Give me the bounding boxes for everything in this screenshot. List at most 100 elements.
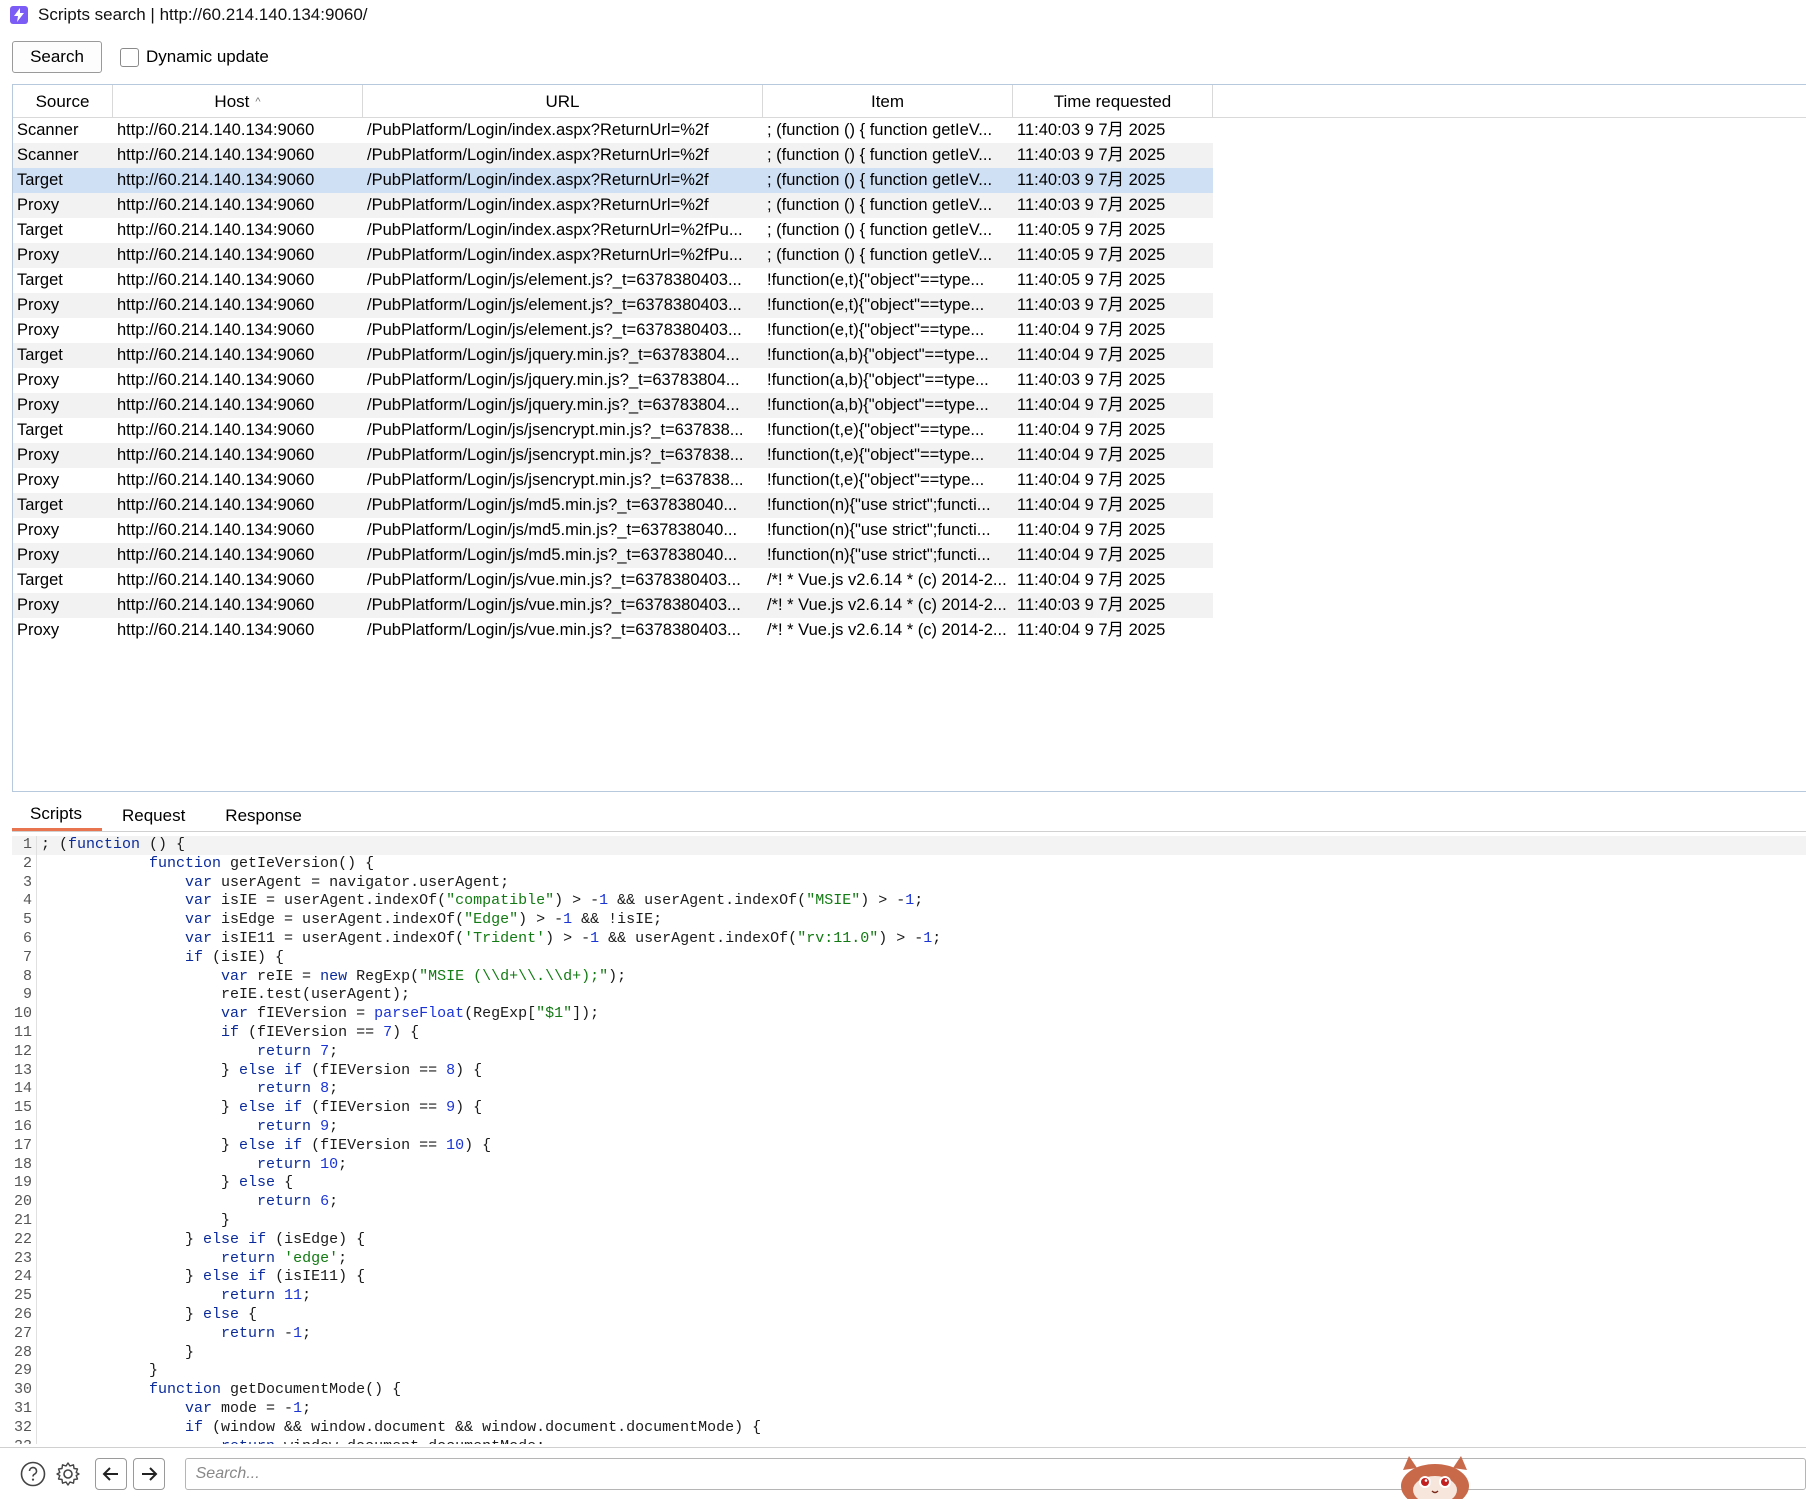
line-number: 9 <box>22 986 32 1004</box>
cell-source: Proxy <box>17 546 60 564</box>
cell-url: /PubPlatform/Login/index.aspx?ReturnUrl=… <box>367 171 709 189</box>
gutter-separator <box>36 1193 37 1212</box>
cell-time: 11:40:05 9 7月 2025 <box>1017 221 1166 239</box>
cell-item: ; (function () { function getIeV... <box>767 246 993 264</box>
table-row[interactable]: Target http://60.214.140.134:9060/PubPlat… <box>13 493 1213 518</box>
gutter-separator <box>36 1249 37 1269</box>
cell-time: 11:40:04 9 7月 2025 <box>1017 446 1166 464</box>
search-button[interactable]: Search <box>12 41 102 73</box>
gear-icon[interactable] <box>54 1459 84 1489</box>
gutter-separator <box>36 1023 37 1043</box>
cell-time: 11:40:04 9 7月 2025 <box>1017 546 1166 564</box>
cell-time: 11:40:04 9 7月 2025 <box>1017 496 1166 514</box>
cell-host: http://60.214.140.134:9060 <box>117 221 315 239</box>
tab-request[interactable]: Request <box>102 800 205 831</box>
column-header-source[interactable]: Source <box>13 85 113 118</box>
table-row[interactable]: Scanner http://60.214.140.134:9060/PubPla… <box>13 118 1213 143</box>
gutter-separator <box>36 986 37 1006</box>
column-header-url[interactable]: URL <box>363 85 763 118</box>
gutter-separator <box>36 873 37 893</box>
table-row[interactable]: Target http://60.214.140.134:9060/PubPlat… <box>13 218 1213 243</box>
line-number: 26 <box>13 1305 32 1323</box>
tab-response[interactable]: Response <box>205 800 322 831</box>
code-line: 2 function getIeVersion() { <box>12 854 1806 874</box>
code-text: } <box>41 1211 231 1229</box>
code-text: return 6; <box>257 1193 339 1211</box>
table-row[interactable]: Proxy http://60.214.140.134:9060/PubPlatf… <box>13 543 1213 568</box>
table-row[interactable]: Proxy http://60.214.140.134:9060/PubPlatf… <box>13 318 1213 343</box>
line-number: 16 <box>13 1117 32 1135</box>
code-line: 32 if (window && window.document && wind… <box>12 1418 1806 1438</box>
code-text: return 10; <box>257 1155 348 1173</box>
cell-item: ; (function () { function getIeV... <box>767 196 993 214</box>
code-text: if (isIE) { <box>185 948 285 966</box>
cell-url: /PubPlatform/Login/index.aspx?ReturnUrl=… <box>367 246 743 264</box>
code-text: var isIE = userAgent.indexOf("compatible… <box>185 892 924 910</box>
column-header-time-requested[interactable]: Time requested <box>1013 85 1213 118</box>
cell-time: 11:40:03 9 7月 2025 <box>1017 371 1166 389</box>
cell-url: /PubPlatform/Login/js/md5.min.js?_t=6378… <box>367 496 738 514</box>
table-row[interactable]: Proxy http://60.214.140.134:9060/PubPlatf… <box>13 518 1213 543</box>
table-row[interactable]: Proxy http://60.214.140.134:9060/PubPlatf… <box>13 193 1213 218</box>
cell-host: http://60.214.140.134:9060 <box>117 421 315 439</box>
table-header: Source Host ^ URL Item Time requested <box>13 85 1806 118</box>
cell-host: http://60.214.140.134:9060 <box>117 271 315 289</box>
code-line: 3 var userAgent = navigator.userAgent; <box>12 873 1806 893</box>
code-text: } else { <box>41 1174 294 1192</box>
gutter-separator <box>36 1399 37 1419</box>
code-text: function getDocumentMode() { <box>149 1381 402 1399</box>
code-line: 30 function getDocumentMode() { <box>12 1381 1806 1400</box>
cell-source: Proxy <box>17 296 60 314</box>
code-text: function getIeVersion() { <box>149 854 375 872</box>
table-row[interactable]: Proxy http://60.214.140.134:9060/PubPlatf… <box>13 593 1213 618</box>
table-row[interactable]: Target http://60.214.140.134:9060/PubPlat… <box>13 418 1213 443</box>
table-row[interactable]: Target http://60.214.140.134:9060/PubPlat… <box>13 568 1213 593</box>
cell-host: http://60.214.140.134:9060 <box>117 471 315 489</box>
cell-source: Proxy <box>17 521 60 539</box>
column-header-item[interactable]: Item <box>763 85 1013 118</box>
table-row[interactable]: Target http://60.214.140.134:9060/PubPlat… <box>13 168 1213 193</box>
cell-url: /PubPlatform/Login/index.aspx?ReturnUrl=… <box>367 146 709 164</box>
bottom-search-bar <box>0 1447 1806 1499</box>
gutter-separator <box>36 1381 37 1400</box>
gutter-separator <box>36 892 37 912</box>
table-row[interactable]: Proxy http://60.214.140.134:9060/PubPlatf… <box>13 393 1213 418</box>
table-row[interactable]: Target http://60.214.140.134:9060/PubPlat… <box>13 268 1213 293</box>
table-row[interactable]: Proxy http://60.214.140.134:9060/PubPlatf… <box>13 468 1213 493</box>
results-table: Source Host ^ URL Item Time requested Sca… <box>12 84 1806 792</box>
cell-source: Target <box>17 221 63 239</box>
table-row[interactable]: Proxy http://60.214.140.134:9060/PubPlatf… <box>13 293 1213 318</box>
code-line: 28 } <box>12 1343 1806 1363</box>
cell-item: !function(n){"use strict";functi... <box>767 546 991 564</box>
dynamic-update-checkbox[interactable] <box>120 47 139 67</box>
cell-host: http://60.214.140.134:9060 <box>117 546 315 564</box>
cell-source: Target <box>17 271 63 289</box>
table-row[interactable]: Target http://60.214.140.134:9060/PubPlat… <box>13 343 1213 368</box>
table-row[interactable]: Proxy http://60.214.140.134:9060/PubPlatf… <box>13 618 1213 643</box>
cell-url: /PubPlatform/Login/js/element.js?_t=6378… <box>367 296 742 314</box>
tab-scripts[interactable]: Scripts <box>12 800 102 831</box>
code-line: 5 var isEdge = userAgent.indexOf("Edge")… <box>12 911 1806 930</box>
cell-url: /PubPlatform/Login/js/jquery.min.js?_t=6… <box>367 371 740 389</box>
scripts-search-app-icon <box>10 6 28 24</box>
forward-button[interactable] <box>132 1457 165 1490</box>
code-text: } <box>41 1343 195 1361</box>
table-row[interactable]: Proxy http://60.214.140.134:9060/PubPlatf… <box>13 443 1213 468</box>
gutter-separator <box>36 1174 37 1194</box>
help-icon[interactable] <box>18 1459 48 1489</box>
gutter-separator <box>36 1061 37 1081</box>
column-header-host[interactable]: Host ^ <box>113 85 363 118</box>
script-code-editor[interactable]: 1; (function () {2 function getIeVersion… <box>12 836 1806 1444</box>
gutter-separator <box>36 1080 37 1100</box>
table-row[interactable]: Proxy http://60.214.140.134:9060/PubPlatf… <box>13 368 1213 393</box>
back-button[interactable] <box>95 1457 127 1490</box>
dynamic-update-toggle[interactable]: Dynamic update <box>120 47 269 67</box>
table-row[interactable]: Scanner http://60.214.140.134:9060/PubPla… <box>13 143 1213 168</box>
code-line: 25 return 11; <box>12 1287 1806 1306</box>
code-text: var reIE = new RegExp("MSIE (\\d+\\.\\d+… <box>221 967 627 985</box>
code-text: var isEdge = userAgent.indexOf("Edge") >… <box>185 911 663 929</box>
cell-url: /PubPlatform/Login/js/jquery.min.js?_t=6… <box>367 396 740 414</box>
search-input[interactable] <box>184 1457 1806 1490</box>
table-row[interactable]: Proxy http://60.214.140.134:9060/PubPlatf… <box>13 243 1213 268</box>
gutter-separator <box>36 1136 37 1156</box>
